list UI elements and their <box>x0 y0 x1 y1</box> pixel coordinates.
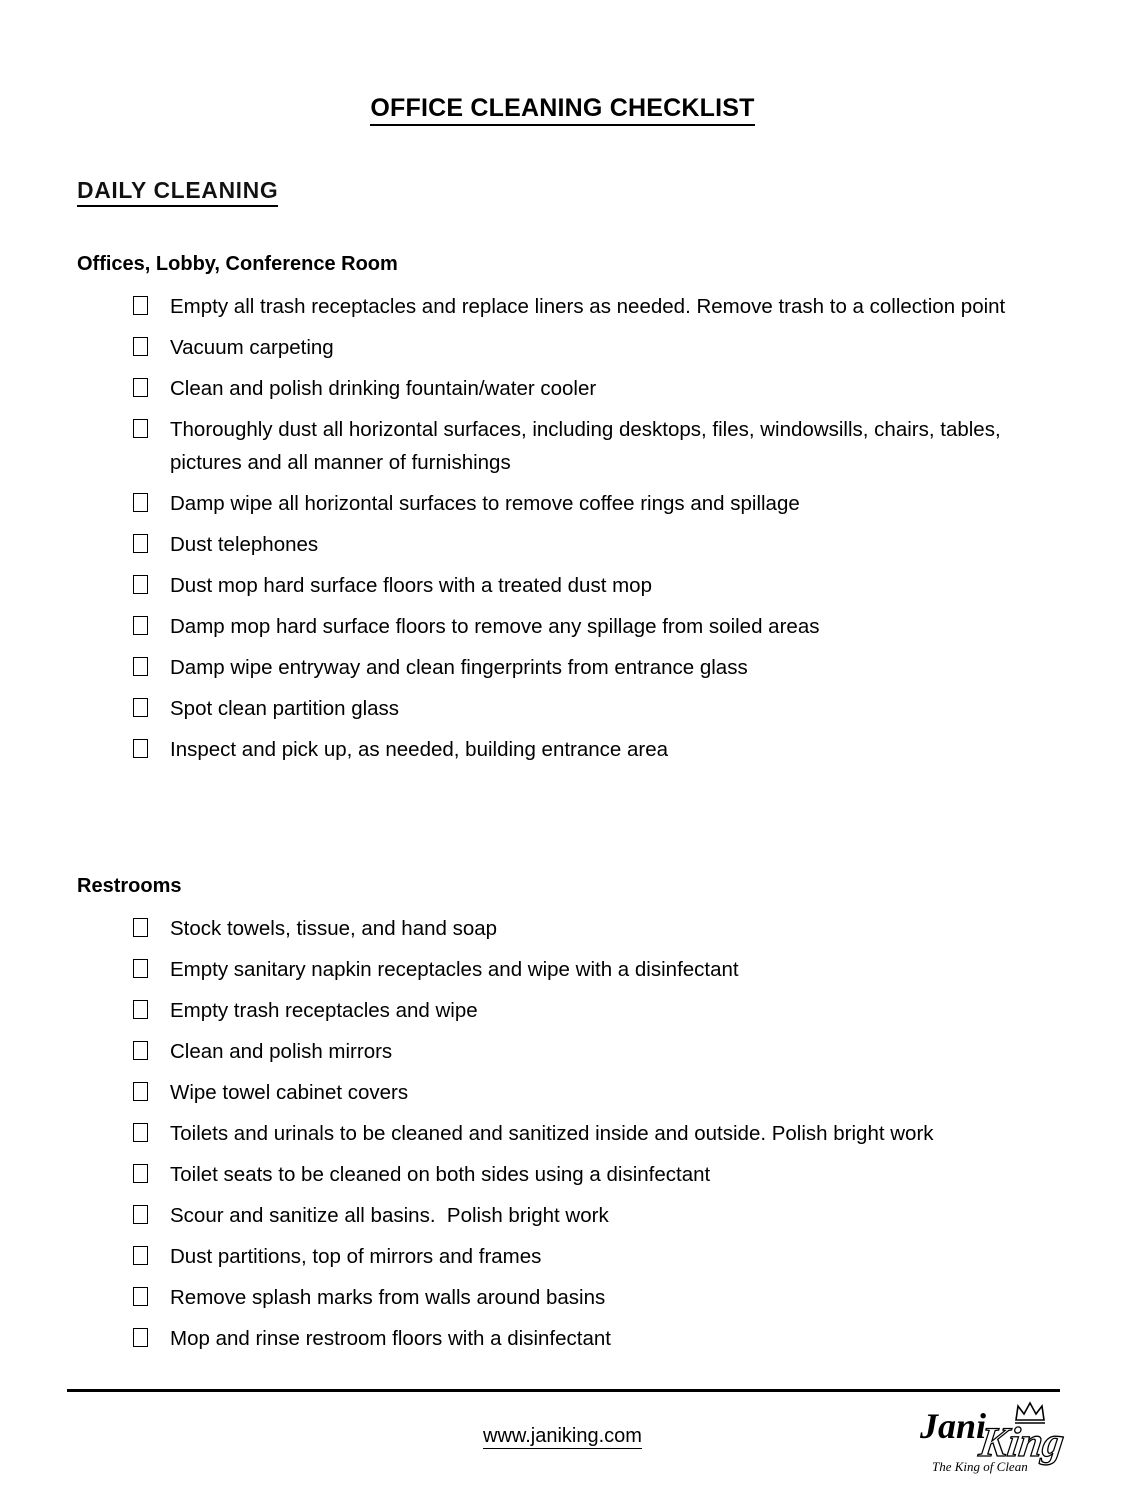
checklist-restrooms: Stock towels, tissue, and hand soap Empt… <box>133 912 1073 1363</box>
list-item[interactable]: Empty all trash receptacles and replace … <box>133 290 1073 323</box>
group-heading-offices: Offices, Lobby, Conference Room <box>77 253 398 275</box>
checkbox-icon[interactable] <box>133 419 148 438</box>
checkbox-icon[interactable] <box>133 1123 148 1142</box>
checkbox-icon[interactable] <box>133 1164 148 1183</box>
checkbox-icon[interactable] <box>133 1287 148 1306</box>
group-heading-restrooms: Restrooms <box>77 875 182 897</box>
list-item[interactable]: Empty trash receptacles and wipe <box>133 994 1073 1027</box>
list-item[interactable]: Stock towels, tissue, and hand soap <box>133 912 1073 945</box>
footer-divider <box>67 1389 1060 1392</box>
list-item[interactable]: Damp mop hard surface floors to remove a… <box>133 610 1073 643</box>
checkbox-icon[interactable] <box>133 616 148 635</box>
list-item-label: Wipe towel cabinet covers <box>170 1081 409 1104</box>
section-label-text: DAILY CLEANING <box>77 177 279 207</box>
footer-website-link-text: www.janiking.com <box>483 1425 642 1449</box>
checkbox-icon[interactable] <box>133 1000 148 1019</box>
checkbox-icon[interactable] <box>133 918 148 937</box>
checkbox-icon[interactable] <box>133 1246 148 1265</box>
list-item-label: Toilet seats to be cleaned on both sides… <box>170 1163 711 1186</box>
logo-tagline: The King of Clean <box>932 1459 1028 1474</box>
list-item[interactable]: Mop and rinse restroom floors with a dis… <box>133 1322 1073 1355</box>
checkbox-icon[interactable] <box>133 296 148 315</box>
list-item[interactable]: Spot clean partition glass <box>133 692 1073 725</box>
list-item-label: Dust telephones <box>170 533 319 556</box>
list-item-label: Damp wipe entryway and clean fingerprint… <box>170 656 748 679</box>
list-item[interactable]: Dust mop hard surface floors with a trea… <box>133 569 1073 602</box>
list-item[interactable]: Dust telephones <box>133 528 1073 561</box>
checkbox-icon[interactable] <box>133 1041 148 1060</box>
list-item-label: Clean and polish drinking fountain/water… <box>170 377 597 400</box>
list-item[interactable]: Inspect and pick up, as needed, building… <box>133 733 1073 766</box>
checklist-offices: Empty all trash receptacles and replace … <box>133 290 1073 774</box>
checkbox-icon[interactable] <box>133 698 148 717</box>
list-item[interactable]: Toilet seats to be cleaned on both sides… <box>133 1158 1073 1191</box>
section-label-daily-cleaning: DAILY CLEANING <box>77 177 279 207</box>
list-item-label: Vacuum carpeting <box>170 336 334 359</box>
list-item-label: Clean and polish mirrors <box>170 1040 393 1063</box>
janiking-logo-svg: Jani King The King of Clean <box>919 1401 1068 1474</box>
document-page: OFFICE CLEANING CHECKLIST DAILY CLEANING… <box>0 0 1125 1500</box>
list-item[interactable]: Vacuum carpeting <box>133 331 1073 364</box>
checkbox-icon[interactable] <box>133 575 148 594</box>
checkbox-icon[interactable] <box>133 378 148 397</box>
list-item-label: Stock towels, tissue, and hand soap <box>170 917 498 940</box>
list-item[interactable]: Damp wipe entryway and clean fingerprint… <box>133 651 1073 684</box>
list-item[interactable]: Clean and polish drinking fountain/water… <box>133 372 1073 405</box>
checkbox-icon[interactable] <box>133 1328 148 1347</box>
checkbox-icon[interactable] <box>133 337 148 356</box>
janiking-logo: Jani King The King of Clean <box>908 1398 1083 1478</box>
list-item-label: Thoroughly dust all horizontal surfaces,… <box>170 418 1007 474</box>
list-item-label: Empty all trash receptacles and replace … <box>170 295 1006 318</box>
list-item[interactable]: Clean and polish mirrors <box>133 1035 1073 1068</box>
checkbox-icon[interactable] <box>133 493 148 512</box>
list-item[interactable]: Dust partitions, top of mirrors and fram… <box>133 1240 1073 1273</box>
list-item-label: Spot clean partition glass <box>170 697 400 720</box>
list-item[interactable]: Scour and sanitize all basins. Polish br… <box>133 1199 1073 1232</box>
page-title: OFFICE CLEANING CHECKLIST <box>0 94 1125 126</box>
list-item-label: Remove splash marks from walls around ba… <box>170 1286 606 1309</box>
checkbox-icon[interactable] <box>133 1082 148 1101</box>
list-item[interactable]: Toilets and urinals to be cleaned and sa… <box>133 1117 1073 1150</box>
list-item-label: Damp mop hard surface floors to remove a… <box>170 615 820 638</box>
list-item-label: Inspect and pick up, as needed, building… <box>170 738 669 761</box>
list-item[interactable]: Empty sanitary napkin receptacles and wi… <box>133 953 1073 986</box>
checkbox-icon[interactable] <box>133 534 148 553</box>
list-item-label: Mop and rinse restroom floors with a dis… <box>170 1327 611 1350</box>
list-item-label: Empty trash receptacles and wipe <box>170 999 478 1022</box>
list-item[interactable]: Wipe towel cabinet covers <box>133 1076 1073 1109</box>
list-item-label: Scour and sanitize all basins. Polish br… <box>170 1204 609 1227</box>
list-item[interactable]: Thoroughly dust all horizontal surfaces,… <box>133 413 1073 479</box>
list-item-label: Damp wipe all horizontal surfaces to rem… <box>170 492 800 515</box>
list-item[interactable]: Damp wipe all horizontal surfaces to rem… <box>133 487 1073 520</box>
list-item-label: Toilets and urinals to be cleaned and sa… <box>170 1122 934 1145</box>
logo-word-jani: Jani <box>919 1406 986 1446</box>
checkbox-icon[interactable] <box>133 739 148 758</box>
page-title-text: OFFICE CLEANING CHECKLIST <box>370 94 755 126</box>
list-item[interactable]: Remove splash marks from walls around ba… <box>133 1281 1073 1314</box>
checkbox-icon[interactable] <box>133 959 148 978</box>
checkbox-icon[interactable] <box>133 1205 148 1224</box>
checkbox-icon[interactable] <box>133 657 148 676</box>
list-item-label: Empty sanitary napkin receptacles and wi… <box>170 958 739 981</box>
list-item-label: Dust mop hard surface floors with a trea… <box>170 574 652 597</box>
list-item-label: Dust partitions, top of mirrors and fram… <box>170 1245 542 1268</box>
